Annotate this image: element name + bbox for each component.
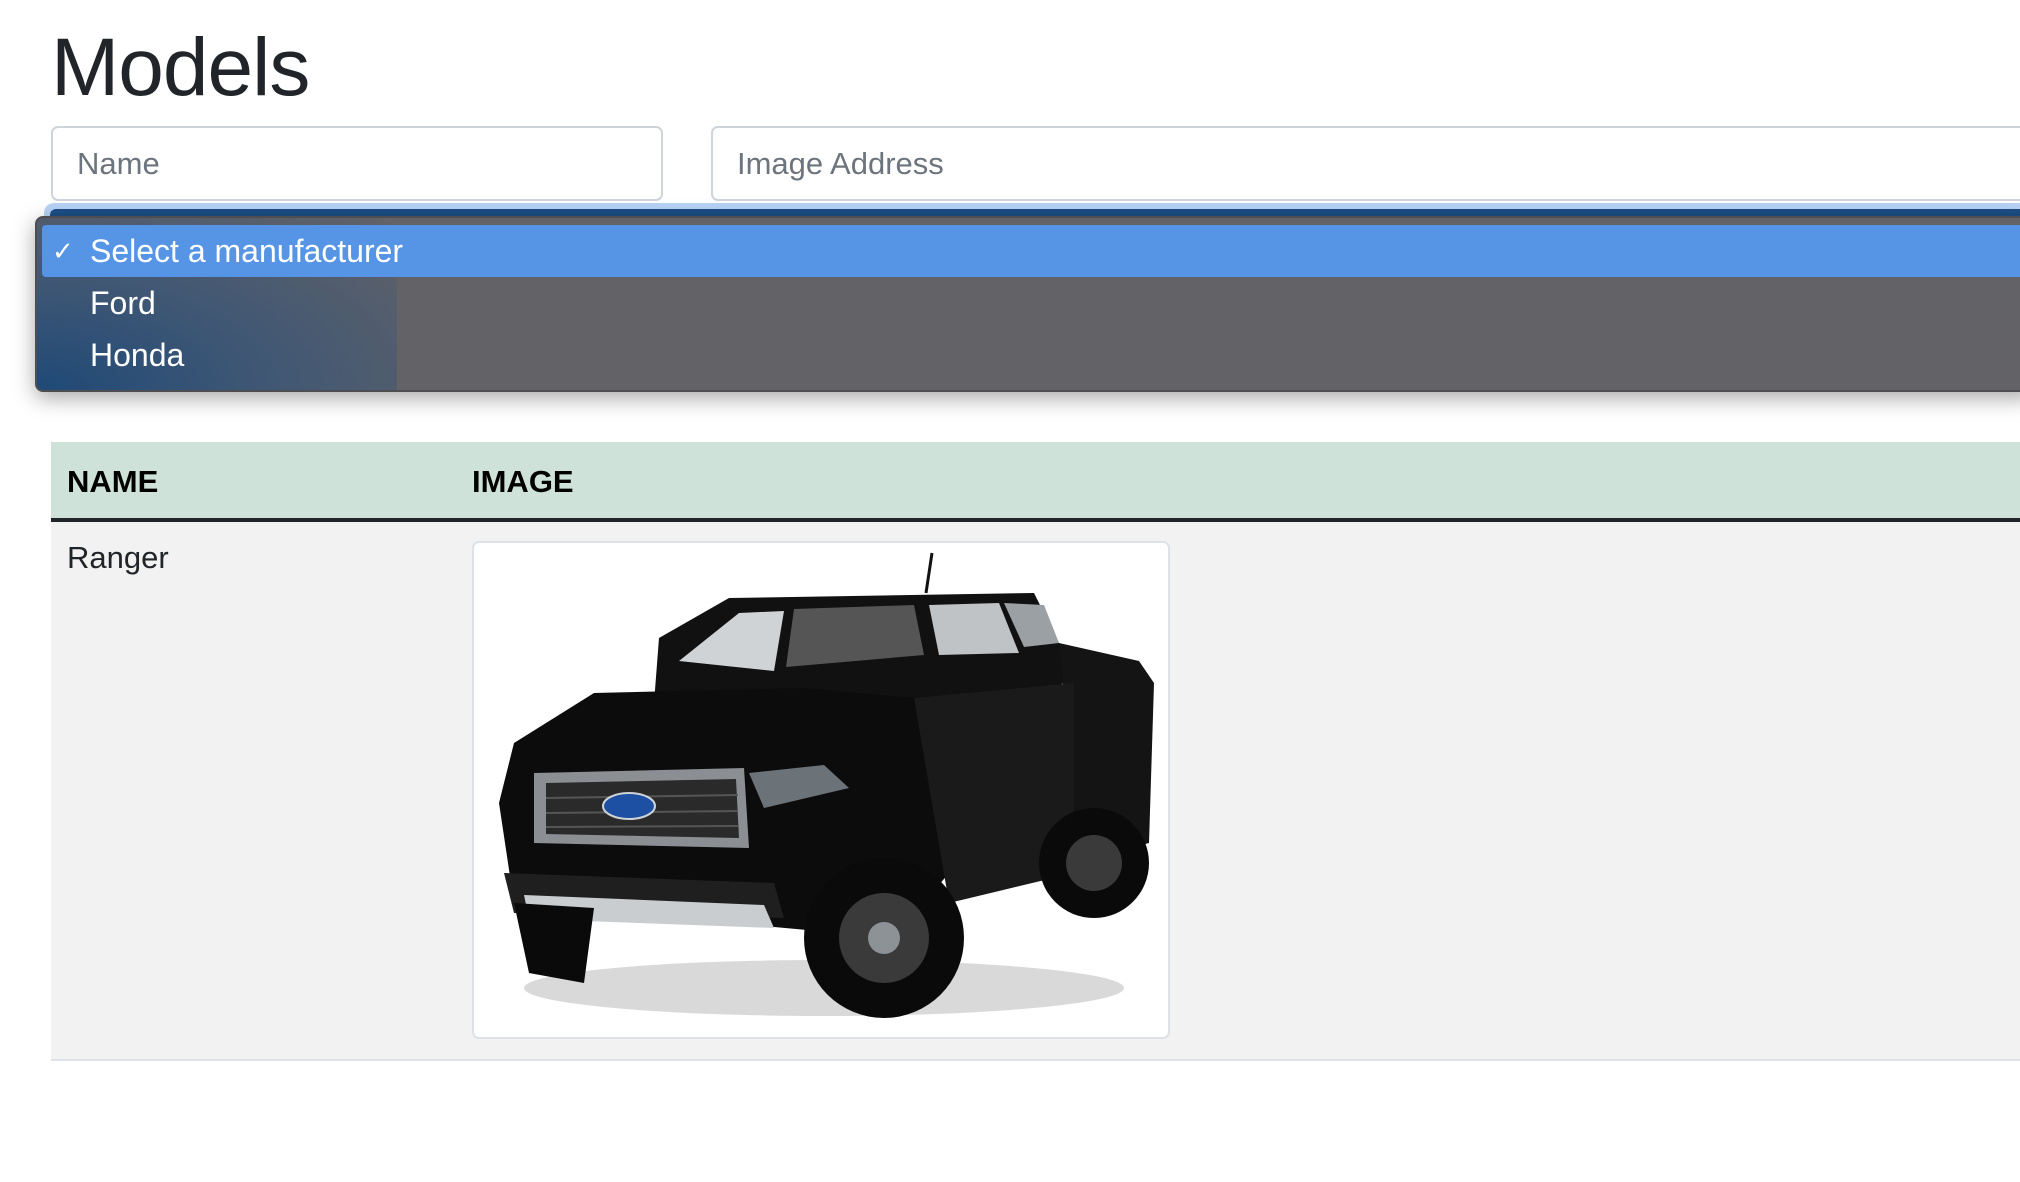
table-row: Ranger <box>51 522 2020 1061</box>
option-honda[interactable]: Honda <box>42 329 2020 381</box>
option-label: Honda <box>90 337 185 373</box>
page-title: Models <box>51 22 310 113</box>
models-table: Name Image Ranger <box>51 442 2020 1061</box>
model-name-cell: Ranger <box>67 540 169 575</box>
model-image <box>472 541 1170 1039</box>
image-address-input[interactable] <box>711 126 2020 201</box>
table-header: Name Image <box>51 442 2020 522</box>
page: Models ✓ Select a manufacturer Ford Hond… <box>0 0 2020 1182</box>
truck-image <box>499 552 1154 1018</box>
manufacturer-dropdown[interactable]: ✓ Select a manufacturer Ford Honda <box>35 216 2020 392</box>
option-label: Select a manufacturer <box>90 233 404 269</box>
option-label: Ford <box>90 285 156 321</box>
checkmark-icon: ✓ <box>52 236 74 266</box>
column-header-image: Image <box>472 464 574 499</box>
name-input[interactable] <box>51 126 663 201</box>
option-ford[interactable]: Ford <box>42 277 2020 329</box>
column-header-name: Name <box>67 464 159 499</box>
option-select-a-manufacturer[interactable]: ✓ Select a manufacturer <box>42 225 2020 277</box>
